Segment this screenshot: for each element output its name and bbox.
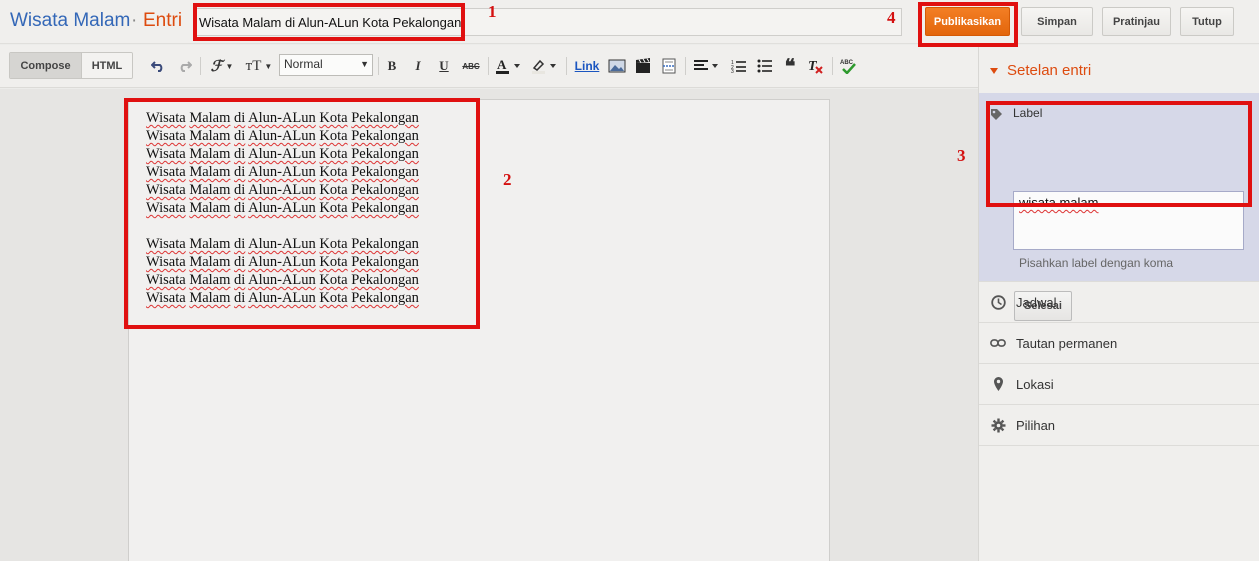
- annotation-box-1: [193, 3, 465, 41]
- annotation-number-2: 2: [503, 170, 512, 189]
- annotation-number-4: 4: [887, 8, 896, 27]
- title-separator: ·: [131, 10, 138, 31]
- blog-title[interactable]: Wisata Malam: [10, 10, 130, 32]
- save-button[interactable]: Simpan: [1021, 7, 1093, 36]
- redo-icon[interactable]: [176, 56, 192, 76]
- align-icon[interactable]: [692, 56, 722, 76]
- text-color-icon[interactable]: A: [494, 56, 524, 76]
- sidebar-divider: [979, 445, 1259, 446]
- clock-icon: [990, 294, 1006, 310]
- undo-icon[interactable]: [150, 56, 166, 76]
- post-settings-heading[interactable]: Setelan entri: [989, 62, 1091, 79]
- italic-button[interactable]: I: [411, 56, 425, 76]
- sidebar-item-schedule[interactable]: Jadwal: [979, 281, 1259, 322]
- toolbar-divider: [200, 57, 201, 75]
- sidebar-item-permalink[interactable]: Tautan permanen: [979, 322, 1259, 363]
- html-mode-button[interactable]: HTML: [82, 53, 132, 78]
- sidebar-item-label: Jadwal: [1016, 294, 1057, 310]
- post-settings-heading-label: Setelan entri: [1007, 62, 1092, 79]
- svg-text:ABC: ABC: [840, 60, 854, 66]
- annotation-box-4: [918, 2, 1018, 47]
- preview-button[interactable]: Pratinjau: [1102, 7, 1171, 36]
- annotation-box-3: [986, 101, 1252, 207]
- caret-down-icon: [990, 67, 998, 74]
- close-button[interactable]: Tutup: [1180, 7, 1234, 36]
- toolbar-divider: [378, 57, 379, 75]
- insert-image-icon[interactable]: [607, 56, 627, 76]
- quote-icon[interactable]: ❝: [782, 56, 798, 78]
- page-type: Entri: [143, 10, 183, 31]
- link-icon: [990, 335, 1006, 351]
- font-size-icon[interactable]: ᴛT ▼: [243, 56, 275, 76]
- numbered-list-icon[interactable]: 123: [730, 56, 748, 76]
- gear-icon: [990, 417, 1006, 433]
- toolbar-divider: [832, 57, 833, 75]
- insert-jump-break-icon[interactable]: [660, 56, 678, 76]
- mode-switcher: Compose HTML: [9, 52, 133, 79]
- toolbar-divider: [488, 57, 489, 75]
- map-pin-icon: [990, 376, 1006, 392]
- sidebar-item-label: Lokasi: [1016, 376, 1054, 392]
- svg-text:3: 3: [731, 69, 734, 73]
- format-select[interactable]: Normal ▼: [279, 54, 373, 76]
- labels-hint: Pisahkan label dengan koma: [1019, 256, 1174, 270]
- toolbar-divider: [685, 57, 686, 75]
- strikethrough-button[interactable]: ABC: [460, 56, 482, 76]
- bulleted-list-icon[interactable]: [756, 56, 774, 76]
- chevron-down-icon: ▼: [360, 59, 369, 69]
- sidebar-item-label: Tautan permanen: [1016, 335, 1118, 351]
- clear-formatting-icon[interactable]: T: [806, 56, 824, 76]
- font-family-icon[interactable]: ℱ ▼: [207, 56, 237, 76]
- compose-mode-button[interactable]: Compose: [10, 53, 82, 78]
- bold-button[interactable]: B: [385, 56, 399, 76]
- editor-toolbar: Compose HTML ℱ ▼ ᴛT ▼ Normal ▼ B I U ABC A …: [0, 45, 978, 88]
- svg-text:A: A: [497, 58, 507, 72]
- annotation-number-1: 1: [488, 2, 497, 21]
- toolbar-divider: [566, 57, 567, 75]
- editor-header: Wisata Malam · Entri Publikasikan Simpan…: [0, 0, 1259, 44]
- sidebar-item-location[interactable]: Lokasi: [979, 363, 1259, 404]
- annotation-number-3: 3: [957, 146, 966, 165]
- sidebar-item-label: Pilihan: [1016, 417, 1056, 433]
- underline-button[interactable]: U: [437, 56, 451, 76]
- highlight-color-icon[interactable]: [530, 56, 560, 76]
- sidebar-item-options[interactable]: Pilihan: [979, 404, 1259, 445]
- insert-link-button[interactable]: Link: [573, 56, 601, 76]
- annotation-box-2: [124, 98, 480, 329]
- spellcheck-icon[interactable]: ABC: [839, 56, 857, 76]
- insert-video-icon[interactable]: [634, 56, 652, 76]
